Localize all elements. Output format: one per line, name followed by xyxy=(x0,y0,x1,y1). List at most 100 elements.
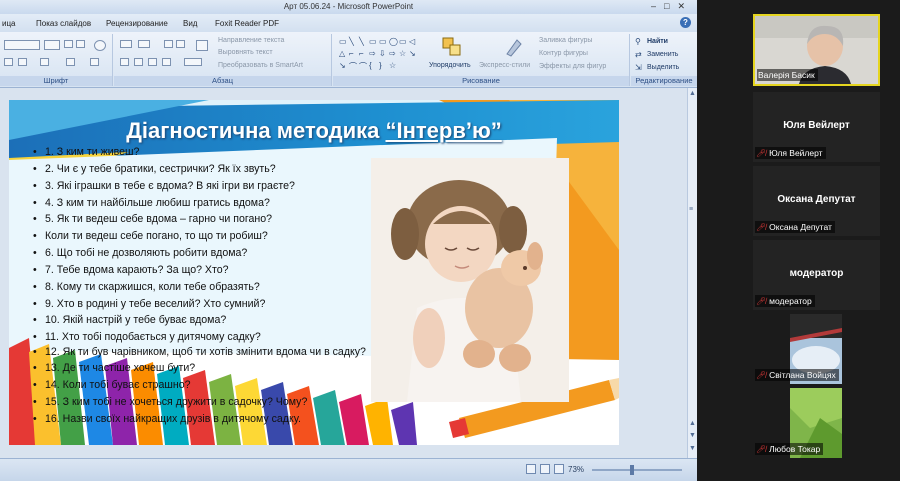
shape-option[interactable]: ⇩ xyxy=(379,49,386,58)
shape-option[interactable]: ⇨ xyxy=(389,49,396,58)
shape-option[interactable]: ⌒ xyxy=(349,61,357,72)
minimize-button[interactable]: – xyxy=(651,1,664,11)
clear-format-icon[interactable] xyxy=(94,40,106,51)
shape-option[interactable]: △ xyxy=(339,49,345,58)
shape-option[interactable]: ▭ xyxy=(399,37,407,46)
tab-slideshow[interactable]: Показ слайдов xyxy=(36,19,91,28)
bullets-icon[interactable] xyxy=(120,40,132,48)
shape-outline-button[interactable]: Контур фигуры xyxy=(539,50,588,57)
scroll-up-icon[interactable]: ▲ xyxy=(689,90,696,97)
shape-effects-button[interactable]: Эффекты для фигур xyxy=(539,63,606,70)
maximize-button[interactable]: □ xyxy=(664,1,677,11)
muted-mic-icon: 🎤︎̸ xyxy=(756,297,767,306)
title-bar: Арт 05.06.24 - Microsoft PowerPoint –□✕ xyxy=(0,0,697,14)
shape-option[interactable]: ↘ xyxy=(339,61,346,70)
close-button[interactable]: ✕ xyxy=(677,1,693,11)
question-item: 15. З ким тобі не хочеться дружити в сад… xyxy=(33,394,383,411)
shape-option[interactable]: ☆ xyxy=(399,49,406,58)
girl-with-toy-photo[interactable] xyxy=(371,158,569,402)
select-button[interactable]: Выделить xyxy=(647,64,679,71)
find-button[interactable]: Найти xyxy=(647,38,668,45)
tab-view[interactable]: Вид xyxy=(183,19,197,28)
shape-option[interactable]: ▭ xyxy=(379,37,387,46)
shape-option[interactable]: ╲ xyxy=(359,37,364,46)
align-right-icon[interactable] xyxy=(148,58,157,66)
question-item: 13. Де ти частіше хочеш бути? xyxy=(33,360,383,377)
help-icon[interactable]: ? xyxy=(680,17,691,28)
slide-editing-area: Діагностична методика “Інтерв’ю” 1. З ки… xyxy=(0,88,697,458)
participant-name: Оксана Депутат xyxy=(769,222,832,232)
numbering-icon[interactable] xyxy=(138,40,150,48)
question-item: Коли ти ведеш себе погано, то що ти роби… xyxy=(33,228,383,245)
slideshow-view-button[interactable] xyxy=(554,464,564,474)
slide-sorter-button[interactable] xyxy=(540,464,550,474)
shapes-gallery[interactable]: ▭ ╲ ╲ ▭ ▭ ◯ ▭ ◁ △ ⌐ ⌐ ⇨ ⇩ ⇨ ☆ ↘ ↘ ⌒ ⌒{} ☆ xyxy=(339,37,419,73)
shape-option[interactable]: ⌐ xyxy=(349,49,354,58)
change-case-icon[interactable] xyxy=(40,58,49,66)
question-list[interactable]: 1. З ким ти живеш?2. Чи є у тебе братики… xyxy=(33,144,383,428)
participant-tile-moderator[interactable]: модератор 🎤︎̸ модератор xyxy=(753,240,880,310)
participant-name: Світлана Войцях xyxy=(769,370,836,380)
align-center-icon[interactable] xyxy=(134,58,143,66)
shape-option[interactable]: ⌒ xyxy=(359,61,367,72)
line-spacing-icon[interactable] xyxy=(196,40,208,51)
participant-name-label: 🎤︎̸ Любов Токар xyxy=(755,443,824,455)
question-item: 6. Що тобі не дозволяють робити вдома? xyxy=(33,245,383,262)
replace-button[interactable]: Заменить xyxy=(647,51,678,58)
align-left-icon[interactable] xyxy=(120,58,129,66)
shape-option[interactable]: ◯ xyxy=(389,37,398,46)
font-color-icon[interactable] xyxy=(66,58,75,66)
scroll-down-icon[interactable]: ▼ xyxy=(689,445,696,452)
tab-review[interactable]: Рецензирование xyxy=(106,19,168,28)
increase-indent-icon[interactable] xyxy=(176,40,185,48)
shape-option[interactable]: ☆ xyxy=(389,61,396,70)
decrease-indent-icon[interactable] xyxy=(164,40,173,48)
participant-tile-svitlana[interactable]: 🎤︎̸ Світлана Войцях xyxy=(753,314,880,384)
quick-styles-button[interactable]: Экспресс-стили xyxy=(479,62,530,69)
scroll-down-page-icon[interactable]: ▼ xyxy=(689,432,696,439)
justify-icon[interactable] xyxy=(162,58,171,66)
shape-option[interactable]: ⇨ xyxy=(369,49,376,58)
shape-option[interactable]: ▭ xyxy=(369,37,377,46)
screen: Арт 05.06.24 - Microsoft PowerPoint –□✕ … xyxy=(0,0,900,481)
shrink-font-icon[interactable] xyxy=(76,40,85,48)
strikethrough-icon[interactable] xyxy=(4,58,13,66)
shape-option[interactable]: ◁ xyxy=(409,37,415,46)
char-spacing-icon[interactable] xyxy=(90,58,99,66)
shape-option[interactable]: ╲ xyxy=(349,37,354,46)
align-text-button[interactable]: Выровнять текст xyxy=(218,49,273,56)
slide[interactable]: Діагностична методика “Інтерв’ю” 1. З ки… xyxy=(9,100,619,445)
text-direction-button[interactable]: Направление текста xyxy=(218,37,284,44)
vertical-scrollbar[interactable]: ▲ ≡ ▲ ▼ ▼ xyxy=(687,88,697,458)
tab-foxit[interactable]: Foxit Reader PDF xyxy=(215,19,279,28)
grow-font-icon[interactable] xyxy=(64,40,73,48)
shape-option[interactable]: ⌐ xyxy=(359,49,364,58)
tab-insert[interactable]: ица xyxy=(2,19,16,28)
participant-name-label: 🎤︎̸ модератор xyxy=(755,295,815,307)
scroll-thumb[interactable]: ≡ xyxy=(689,206,693,213)
drawing-group: ▭ ╲ ╲ ▭ ▭ ◯ ▭ ◁ △ ⌐ ⌐ ⇨ ⇩ ⇨ ☆ ↘ ↘ ⌒ ⌒{} ☆ Упорядочить Экспр… xyxy=(333,34,630,86)
window-controls: –□✕ xyxy=(651,1,693,12)
shape-option[interactable]: ↘ xyxy=(409,49,416,58)
columns-icon[interactable] xyxy=(184,58,202,66)
subscript-icon[interactable] xyxy=(18,58,27,66)
smartart-button[interactable]: Преобразовать в SmartArt xyxy=(218,62,303,69)
shape-option[interactable]: ▭ xyxy=(339,37,347,46)
participant-tile-lyubov[interactable]: 🎤︎̸ Любов Токар xyxy=(753,388,880,458)
normal-view-button[interactable] xyxy=(526,464,536,474)
participant-name: Любов Токар xyxy=(769,444,821,454)
shape-fill-button[interactable]: Заливка фигуры xyxy=(539,37,592,44)
participant-tile-yulia[interactable]: Юля Вейлерт 🎤︎̸ Юля Вейлерт xyxy=(753,92,880,162)
participant-tile-oksana[interactable]: Оксана Депутат 🎤︎̸ Оксана Депутат xyxy=(753,166,880,236)
shape-option[interactable]: } xyxy=(379,61,382,70)
slide-title[interactable]: Діагностична методика “Інтерв’ю” xyxy=(9,118,619,144)
zoom-slider-knob[interactable] xyxy=(630,465,634,475)
scroll-up-page-icon[interactable]: ▲ xyxy=(689,420,696,427)
shape-option[interactable]: { xyxy=(369,61,372,70)
zoom-level[interactable]: 73% xyxy=(568,465,584,474)
arrange-button[interactable]: Упорядочить xyxy=(429,62,471,69)
zoom-slider[interactable] xyxy=(592,469,682,471)
participant-tile-valeria[interactable]: Валерія Басик xyxy=(753,14,880,86)
font-name-box[interactable] xyxy=(4,40,40,50)
font-size-box[interactable] xyxy=(44,40,60,50)
